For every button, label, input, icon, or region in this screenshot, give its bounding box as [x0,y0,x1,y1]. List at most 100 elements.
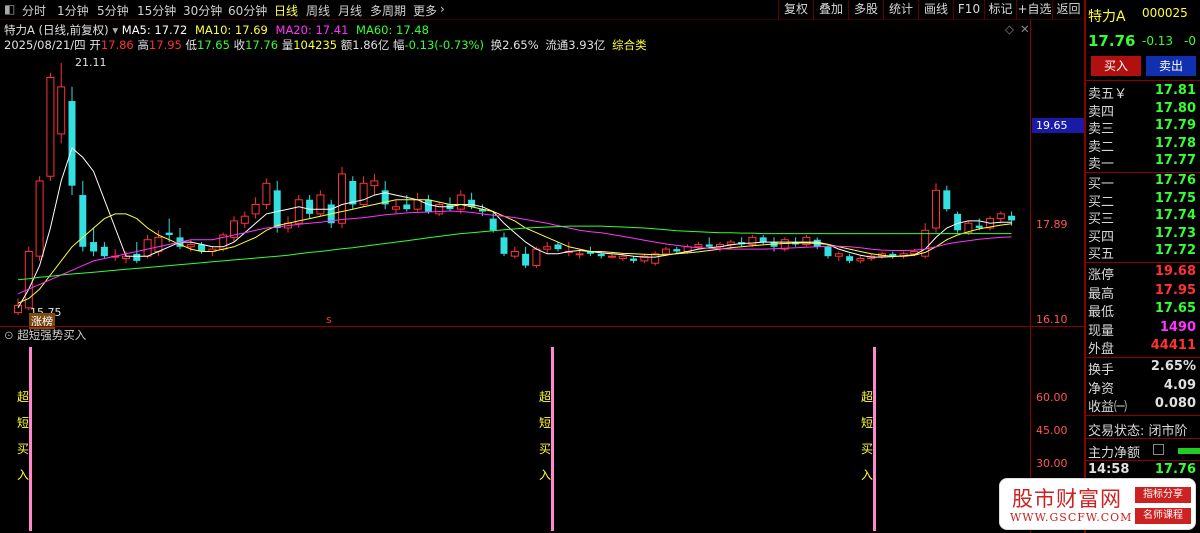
candle-body-up [57,86,66,135]
axis-label-low: 16.10 [1036,313,1068,326]
buy-button[interactable]: 买入 [1091,56,1141,76]
tab-monthly[interactable]: 月线 [338,2,362,19]
quote-change-pct: -0 [1184,34,1196,48]
stat-label: 最高 [1088,286,1115,302]
close-icon[interactable]: ✕ [1020,22,1030,36]
back-button[interactable]: 返回 [1052,0,1084,20]
candle-body-down [824,246,832,257]
candle-body-down [554,244,562,250]
quote-change: -0.13 [1142,34,1174,48]
stats-button[interactable]: 统计 [883,0,918,20]
watermark-tag-course: 名师课程 [1135,508,1191,524]
trade-status: 交易状态: 闭市阶 [1088,424,1188,439]
indicator-chevron-icon[interactable]: ⊙ [4,328,14,342]
indicator-chart[interactable]: 超短买入 超短买入 超短买入 [0,345,1084,533]
bar-info-row: 2025/08/21/四 开17.86 高17.95 低17.65 收17.76… [4,37,647,53]
candle-body-down [100,246,108,257]
ask-label: 卖四 [1088,104,1115,120]
quote-code: 000025 [1142,6,1188,20]
settings-chevron-icon[interactable]: ▾ [112,23,121,37]
signal-label: 买 [861,442,873,456]
tab-minute[interactable]: 分时 [22,2,46,19]
diamond-icon[interactable]: ◇ [1005,22,1014,36]
candle-body-up [856,258,865,262]
tab-daily[interactable]: 日线 [274,2,298,19]
indicator-name[interactable]: 超短强势买入 [17,328,86,342]
divider [1086,460,1200,461]
candle-body-down [954,213,962,231]
ask-label: 卖三 [1088,122,1115,137]
ask-label: 卖五￥ [1088,87,1128,102]
candle-body-down [90,242,98,252]
divider [1086,80,1200,81]
range-value: -0.13(-0.73%) [404,38,484,52]
tab-1min[interactable]: 1分钟 [57,2,89,19]
more-chevron-icon[interactable]: › [440,2,445,16]
bar-date: 2025/08/21/四 [4,38,86,52]
f10-button[interactable]: F10 [953,0,984,20]
draw-button[interactable]: 画线 [918,0,953,20]
quote-name: 特力A [1088,9,1126,25]
collapse-icon[interactable]: ◧ [4,2,15,16]
s-marker: s [326,313,332,326]
bid-value: 17.76 [1154,173,1196,188]
candle-body-down [705,244,713,247]
turnover-value: 换2.65% [490,38,539,52]
sell-button[interactable]: 卖出 [1146,56,1196,76]
bid-row: 买二 17.75 [1086,191,1200,210]
sector-value[interactable]: 综合类 [612,38,647,52]
candle-body-up [316,194,325,215]
candle-body-down [165,232,173,236]
ask-row: 卖一 17.77 [1086,153,1200,172]
tick-price: 17.76 [1154,462,1196,477]
tab-60min[interactable]: 60分钟 [228,2,267,19]
stat-label: 现量 [1088,323,1115,339]
signal-bar [873,347,876,531]
candle-body-up [338,173,346,224]
candle-body-up [35,180,44,257]
tab-15min[interactable]: 15分钟 [137,2,176,19]
candle-body-up [608,255,616,258]
tab-more[interactable]: 更多 [413,2,437,19]
stat2-label: 净资 [1088,381,1115,397]
tab-30min[interactable]: 30分钟 [183,2,222,19]
stat-value: 44411 [1150,338,1196,353]
candle-body-down [943,190,951,210]
amt-label: 额 [340,38,353,52]
overlay-button[interactable]: 叠加 [813,0,848,20]
mark-button[interactable]: 标记 [984,0,1016,20]
close-value: 17.76 [245,38,279,52]
multi-stock-button[interactable]: 多股 [848,0,883,20]
price-axis-line [1030,20,1031,533]
candle-body-up [532,248,541,267]
candle-body-up [370,180,379,187]
adjust-button[interactable]: 复权 [778,0,813,20]
candle-body-up [154,236,163,252]
candle-body-down [403,204,411,210]
ask-label: 卖二 [1088,139,1115,155]
candle-body-down [349,180,357,205]
quote-header: 特力A 000025 [1086,6,1200,25]
ask-value: 17.78 [1154,135,1196,151]
kline-chart[interactable] [0,52,1084,325]
net-flow-icon[interactable] [1153,444,1164,455]
add-watchlist-button[interactable]: +自选 [1016,0,1052,20]
net-flow-bar [1178,448,1200,454]
stat2-value: 0.080 [1154,396,1196,411]
divider [1086,262,1200,263]
net-flow-row[interactable]: 主力净额 [1086,442,1200,461]
ind-axis-60: 60.00 [1036,391,1068,404]
signal-label: 短 [17,416,29,430]
tab-weekly[interactable]: 周线 [306,2,330,19]
candle-body-down [468,199,476,207]
candle-body-down [500,237,508,254]
ask-row: 卖四 17.80 [1086,101,1200,120]
candle-body-up [726,241,735,245]
candle-body-down [306,199,314,214]
tab-5min[interactable]: 5分钟 [97,2,129,19]
candle-body-up [359,182,368,205]
candle-body-down [522,253,530,266]
tab-multi-period[interactable]: 多周期 [370,2,406,19]
candle-body-down [68,101,76,186]
stat-label: 外盘 [1088,342,1115,357]
